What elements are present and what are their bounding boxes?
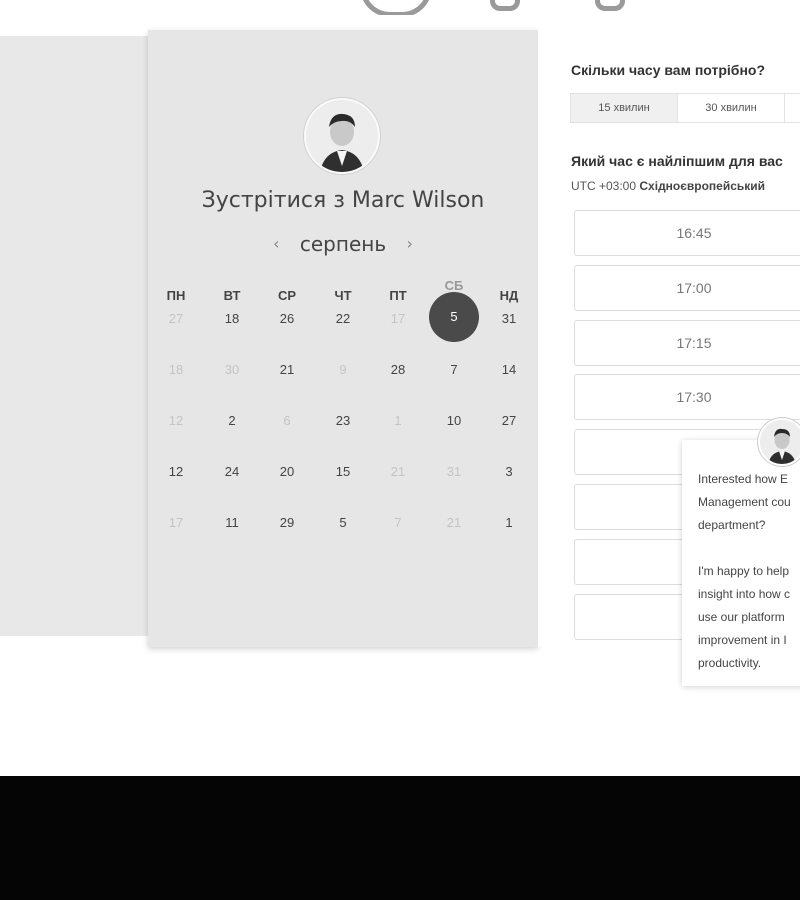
timezone-name: Східноєвропейський — [639, 179, 766, 193]
calendar-day[interactable]: 10 — [434, 413, 474, 428]
calendar-day: 12 — [168, 413, 184, 428]
calendar-grid: 27 18 26 22 17 5 31 18 30 21 9 28 7 14 1… — [148, 30, 538, 647]
calendar-day: 17 — [168, 515, 184, 530]
time-slot[interactable]: 17:00 — [574, 265, 800, 311]
calendar-day: 17 — [390, 311, 406, 326]
calendar-day: 1 — [394, 413, 402, 428]
calendar-day[interactable]: 15 — [323, 464, 363, 479]
calendar-day[interactable]: 28 — [378, 362, 418, 377]
time-slot[interactable]: 16:45 — [574, 210, 800, 256]
brand-logo — [350, 0, 650, 15]
calendar-day[interactable]: 3 — [489, 464, 529, 479]
duration-option-15[interactable]: 15 хвилин — [570, 93, 678, 123]
timezone-offset: UTC +03:00 — [571, 179, 637, 193]
chat-agent-avatar[interactable] — [758, 418, 800, 466]
calendar-day[interactable]: 5 — [323, 515, 363, 530]
chat-popup[interactable]: Interested how E Management cou departme… — [682, 440, 800, 686]
calendar-day: 6 — [283, 413, 291, 428]
left-background-strip — [0, 36, 150, 636]
calendar-day: 21 — [446, 515, 462, 530]
chat-message: Interested how E Management cou departme… — [698, 472, 791, 670]
calendar-day: 30 — [224, 362, 240, 377]
calendar-day-selected[interactable]: 5 — [434, 309, 474, 324]
calendar-day[interactable]: 21 — [267, 362, 307, 377]
calendar-day: 21 — [390, 464, 406, 479]
calendar-day[interactable]: 11 — [212, 515, 252, 530]
calendar-day[interactable]: 20 — [267, 464, 307, 479]
calendar-day: 7 — [394, 515, 402, 530]
calendar-day: 31 — [446, 464, 462, 479]
scheduler-profile-panel: Зустрітися з Marc Wilson ‹ серпень › ПН … — [148, 30, 538, 647]
calendar-day[interactable]: 23 — [323, 413, 363, 428]
time-slot[interactable]: 17:30 — [574, 374, 800, 420]
calendar-day[interactable]: 24 — [212, 464, 252, 479]
time-question: Який час є найліпшим для вас — [571, 153, 783, 169]
duration-option-30[interactable]: 30 хвилин — [677, 93, 785, 123]
calendar-day[interactable]: 18 — [212, 311, 252, 326]
calendar-day[interactable]: 2 — [212, 413, 252, 428]
calendar-day[interactable]: 31 — [489, 311, 529, 326]
calendar-day: 27 — [168, 311, 184, 326]
calendar-day[interactable]: 14 — [489, 362, 529, 377]
calendar-day: 9 — [339, 362, 347, 377]
calendar-day[interactable]: 27 — [489, 413, 529, 428]
calendar-day[interactable]: 22 — [323, 311, 363, 326]
calendar-day[interactable]: 1 — [489, 515, 529, 530]
calendar-day[interactable]: 12 — [156, 464, 196, 479]
calendar-day[interactable]: 29 — [267, 515, 307, 530]
calendar-day: 18 — [168, 362, 184, 377]
calendar-day[interactable]: 26 — [267, 311, 307, 326]
duration-question: Скільки часу вам потрібно? — [571, 62, 766, 78]
duration-selector: 15 хвилин 30 хвилин — [570, 93, 800, 123]
timezone-label[interactable]: UTC +03:00 Східноєвропейський — [571, 179, 765, 193]
calendar-day[interactable]: 7 — [434, 362, 474, 377]
time-slot[interactable]: 17:15 — [574, 320, 800, 366]
bottom-black-bar — [0, 776, 800, 900]
duration-option-more[interactable] — [784, 93, 800, 123]
